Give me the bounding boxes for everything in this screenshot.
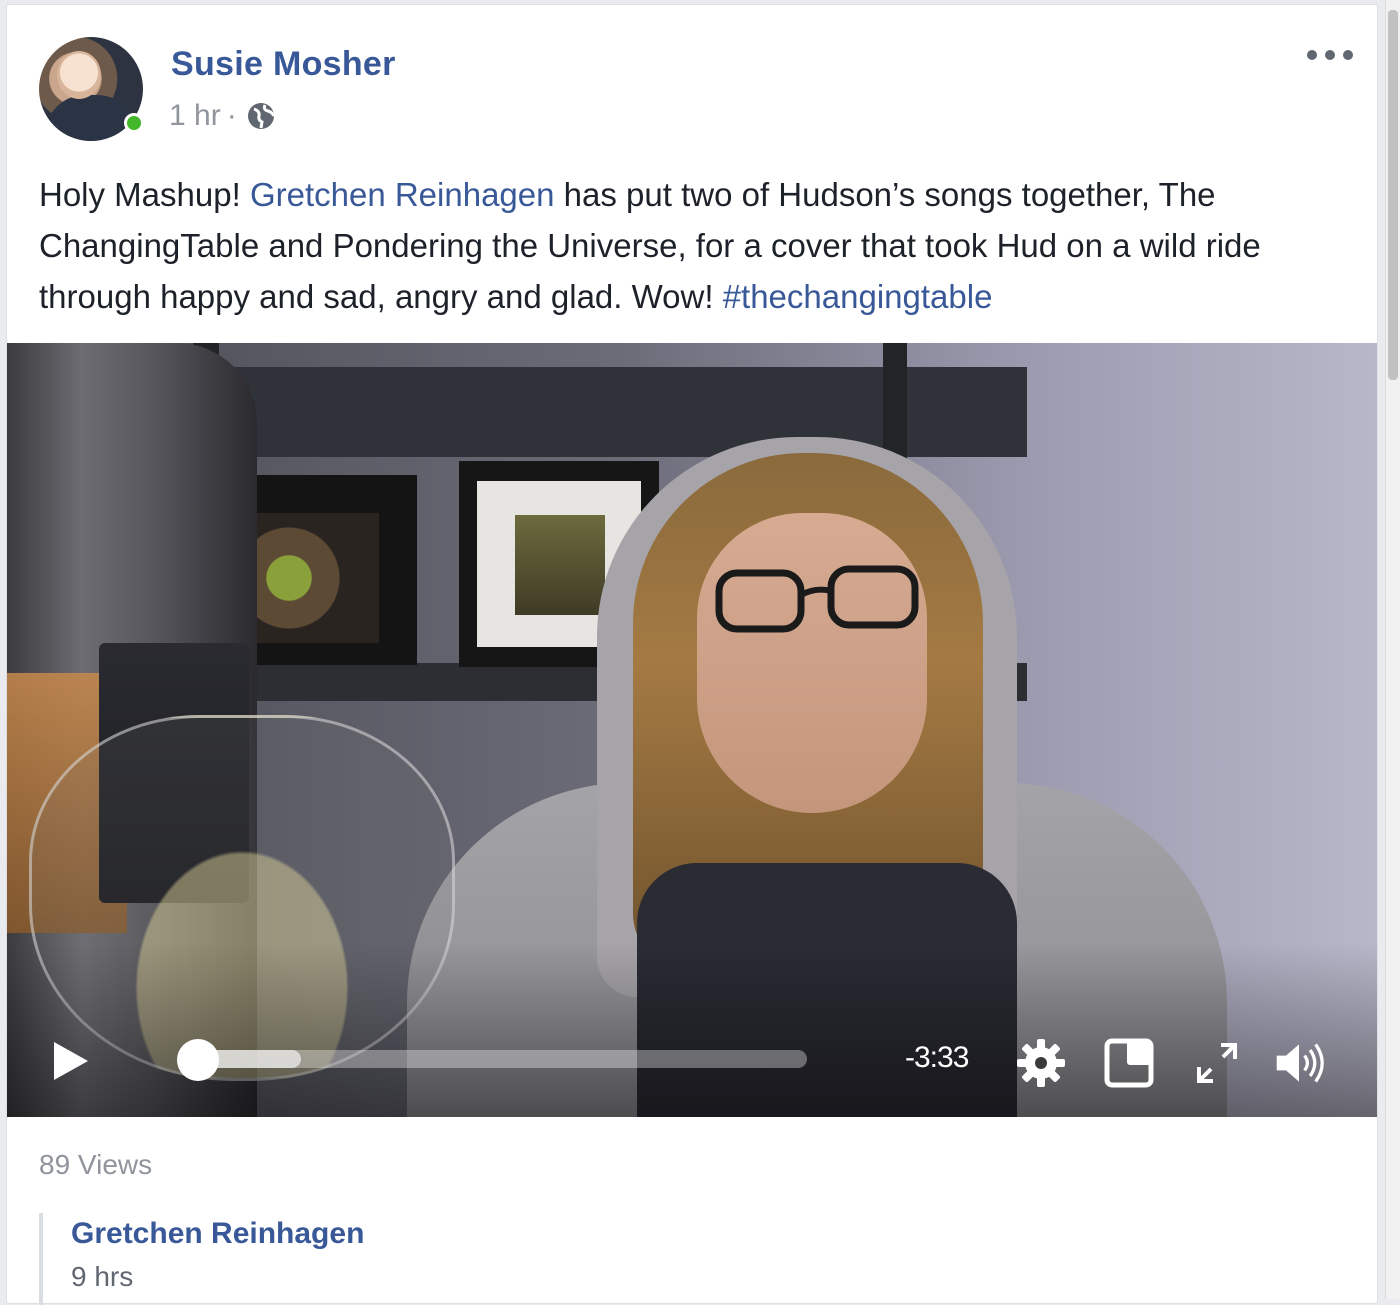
video-controls-gradient	[7, 943, 1377, 1117]
post-message: Holy Mashup! Gretchen Reinhagen has put …	[39, 169, 1349, 322]
more-options-icon	[1325, 50, 1335, 60]
post-meta: 1 hr ·	[169, 99, 277, 133]
video-player[interactable]: -3:33	[7, 343, 1377, 1117]
meta-separator: ·	[226, 99, 237, 132]
online-status-indicator	[124, 113, 144, 133]
more-options-icon	[1307, 50, 1317, 60]
avatar-figure	[45, 95, 137, 141]
scrollbar-thumb[interactable]	[1388, 10, 1398, 380]
globe-icon[interactable]	[245, 100, 277, 132]
hashtag-link[interactable]: #thechangingtable	[723, 278, 993, 315]
post-author-name[interactable]: Susie Mosher	[171, 45, 396, 84]
shared-post-author[interactable]: Gretchen Reinhagen	[71, 1217, 364, 1251]
post-card: Susie Mosher 1 hr · Holy Mashup! Gretche…	[6, 4, 1378, 1305]
play-icon[interactable]	[51, 1039, 91, 1083]
video-frame-picture	[515, 515, 605, 615]
video-time-remaining: -3:33	[905, 1041, 969, 1074]
picture-in-picture-icon[interactable]	[1103, 1037, 1155, 1089]
video-frame-person	[697, 513, 927, 813]
volume-icon[interactable]	[1273, 1037, 1325, 1089]
video-frame-person	[715, 565, 919, 633]
fullscreen-icon[interactable]	[1191, 1037, 1243, 1089]
video-frame-shelf	[227, 367, 1027, 457]
shared-post-bar	[39, 1213, 43, 1305]
post-text-intro: Holy Mashup!	[39, 176, 250, 213]
more-options-icon	[1343, 50, 1353, 60]
video-view-count: 89 Views	[39, 1149, 153, 1180]
page-scrollbar[interactable]	[1385, 0, 1400, 1299]
avatar-face	[57, 51, 101, 99]
video-scrubber-handle[interactable]	[177, 1039, 219, 1081]
tagged-person-link[interactable]: Gretchen Reinhagen	[250, 176, 555, 213]
shared-post-timestamp[interactable]: 9 hrs	[71, 1261, 133, 1293]
gear-icon[interactable]	[1015, 1037, 1067, 1089]
more-options-button[interactable]	[1307, 41, 1353, 69]
post-timestamp[interactable]: 1 hr	[169, 99, 221, 133]
